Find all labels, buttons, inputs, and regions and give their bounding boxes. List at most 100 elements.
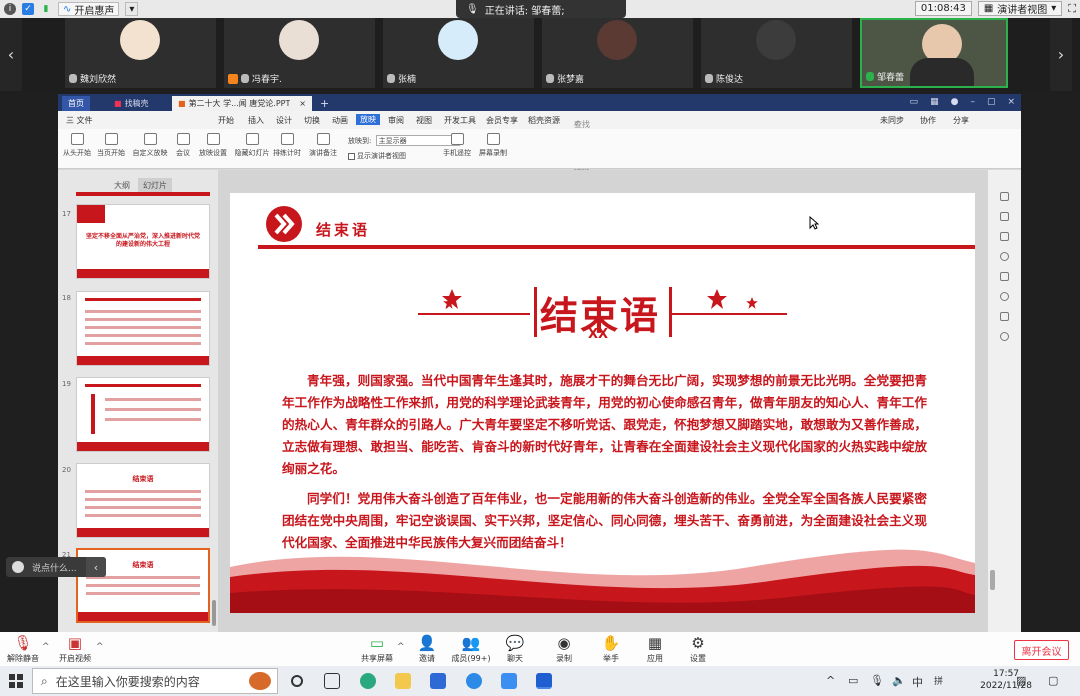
ime-language[interactable]: 中	[912, 674, 923, 690]
share-screen-button[interactable]: ▭ 共享屏幕	[354, 635, 400, 664]
slide-thumbnail[interactable]: 结束语	[76, 463, 210, 538]
shape-icon[interactable]	[1000, 212, 1009, 221]
network-icon[interactable]: ▭	[848, 674, 858, 687]
raise-hand-button[interactable]: ✋ 举手	[588, 635, 634, 664]
gallery-prev-button[interactable]: ‹	[0, 18, 22, 91]
ime-mode[interactable]: 拼	[934, 674, 943, 687]
grid-icon[interactable]: ▦	[930, 97, 939, 107]
help-icon[interactable]	[1000, 252, 1009, 261]
members-button[interactable]: 👥 成员(99+)	[448, 635, 494, 664]
restore-icon[interactable]: ▢	[987, 97, 996, 107]
menu-collaborate[interactable]: 协作	[920, 115, 936, 126]
slide-thumbnail[interactable]: 坚定不移全面从严治党，深入推进新时代党的建设新的伟大工程	[76, 204, 210, 279]
app-icon[interactable]	[466, 673, 482, 689]
new-tab-button[interactable]: +	[314, 96, 335, 111]
close-icon[interactable]: ×	[1007, 97, 1015, 107]
minimize-icon[interactable]: –	[970, 97, 975, 107]
chevron-up-icon[interactable]: ^	[96, 642, 104, 652]
menu-member[interactable]: 会员专享	[486, 115, 518, 126]
hide-slide-button[interactable]: 隐藏幻灯片	[234, 133, 270, 158]
menu-docer[interactable]: 稻壳资源	[528, 115, 560, 126]
microphone-icon[interactable]: 🎙	[870, 674, 884, 687]
task-view-icon[interactable]	[324, 673, 340, 689]
beauty-voice-button[interactable]: ∿ 开启惠声	[58, 2, 120, 17]
collapse-chevron-icon[interactable]: ‹	[86, 557, 106, 577]
cortana-icon[interactable]	[291, 675, 303, 687]
invite-button[interactable]: 👤 邀请	[404, 635, 450, 664]
menu-design[interactable]: 设计	[276, 115, 292, 126]
user-avatar-icon[interactable]: ●	[951, 97, 959, 107]
canvas-scrollbar[interactable]	[990, 570, 995, 590]
emoji-icon[interactable]	[12, 561, 24, 573]
notification-badge-icon[interactable]: ▨	[1016, 674, 1026, 687]
menu-file[interactable]: 三 文件	[66, 115, 93, 126]
windows-start-icon[interactable]	[9, 674, 23, 688]
apps-button[interactable]: ▦ 应用	[632, 635, 678, 664]
tab-slides[interactable]: 幻灯片	[138, 178, 172, 193]
menu-review[interactable]: 审阅	[388, 115, 404, 126]
menu-view[interactable]: 视图	[416, 115, 432, 126]
menu-home[interactable]: 开始	[218, 115, 234, 126]
active-app-icon[interactable]	[536, 673, 552, 689]
menu-developer[interactable]: 开发工具	[444, 115, 476, 126]
settings-button[interactable]: ⚙ 设置	[675, 635, 721, 664]
participant-tile[interactable]: 魏刘欣然	[65, 18, 216, 88]
from-start-button[interactable]: 从头开始	[62, 133, 92, 158]
phone-remote-button[interactable]: 手机遥控	[442, 133, 472, 158]
close-icon[interactable]: ×	[299, 99, 306, 108]
adjust-icon[interactable]	[1000, 192, 1009, 201]
layers-icon[interactable]	[1000, 232, 1009, 241]
meeting-app-icon[interactable]	[501, 673, 517, 689]
slide-thumbnail[interactable]	[76, 291, 210, 366]
file-explorer-icon[interactable]	[395, 673, 411, 689]
chevron-up-icon[interactable]: ^	[42, 642, 50, 652]
gallery-next-button[interactable]: ›	[1050, 18, 1072, 91]
screen-record-button[interactable]: 屏幕录制	[478, 133, 508, 158]
mail-icon[interactable]	[430, 673, 446, 689]
taskbar-search-box[interactable]: ⌕ 在这里输入你要搜索的内容	[32, 668, 278, 694]
chat-button[interactable]: 💬 聊天	[492, 635, 538, 664]
layout-icon[interactable]: ▭	[910, 97, 919, 107]
shield-icon[interactable]: ✓	[22, 3, 34, 15]
action-center-icon[interactable]: ▢	[1048, 674, 1058, 687]
info-icon[interactable]: i	[4, 3, 16, 15]
participant-tile[interactable]: 冯春宇.	[224, 18, 375, 88]
presenter-view-checkbox[interactable]: 显示演讲者视图	[348, 151, 406, 161]
comment-input[interactable]: 说点什么... ‹	[6, 557, 106, 577]
tab-home[interactable]: 首页	[62, 96, 90, 111]
sync-status[interactable]: 未同步	[880, 115, 904, 126]
custom-show-button[interactable]: 自定义放映	[132, 133, 168, 158]
fullscreen-icon[interactable]: ⛶	[1068, 2, 1076, 16]
menu-share[interactable]: 分享	[953, 115, 969, 126]
participant-tile[interactable]: 张梦嘉	[542, 18, 693, 88]
participant-tile-active-speaker[interactable]: 邹春蕾	[860, 18, 1008, 88]
signal-icon[interactable]: ▮	[40, 3, 52, 15]
speaker-notes-button[interactable]: 演讲备注	[308, 133, 338, 158]
slide-thumbnail[interactable]	[76, 377, 210, 452]
gear-icon[interactable]	[1000, 292, 1009, 301]
record-button[interactable]: ◉ 录制	[541, 635, 587, 664]
leave-meeting-button[interactable]: 离开会议	[1014, 640, 1069, 660]
panel-scrollbar[interactable]	[212, 600, 216, 626]
dropdown-icon[interactable]: ▾	[125, 2, 139, 16]
rehearse-timing-button[interactable]: 排练计时	[272, 133, 302, 158]
from-current-button[interactable]: 当页开始	[96, 133, 126, 158]
menu-insert[interactable]: 插入	[248, 115, 264, 126]
menu-transition[interactable]: 切换	[304, 115, 320, 126]
tab-document[interactable]: ■ 第二十大 学...闻 唐党论.PPT ×	[172, 96, 312, 111]
tab-find-template[interactable]: ■ 找稿壳	[108, 96, 155, 111]
circle-icon[interactable]	[1000, 332, 1009, 341]
tab-outline[interactable]: 大纲	[114, 180, 130, 191]
participant-tile[interactable]: 张楠	[383, 18, 534, 88]
volume-icon[interactable]: 🔈	[892, 674, 906, 687]
participant-tile[interactable]: 陈俊达	[701, 18, 852, 88]
start-video-button[interactable]: ▣ 开启视频	[52, 635, 98, 664]
image-icon[interactable]	[1000, 272, 1009, 281]
view-mode-dropdown[interactable]: ▦ 演讲者视图 ▾	[977, 1, 1063, 16]
chevron-up-icon[interactable]: ^	[826, 674, 835, 687]
meeting-button[interactable]: 会议	[168, 133, 198, 158]
menu-animation[interactable]: 动画	[332, 115, 348, 126]
menu-slideshow[interactable]: 放映	[356, 114, 380, 125]
edge-browser-icon[interactable]	[360, 673, 376, 689]
bookmark-icon[interactable]	[1000, 312, 1009, 321]
